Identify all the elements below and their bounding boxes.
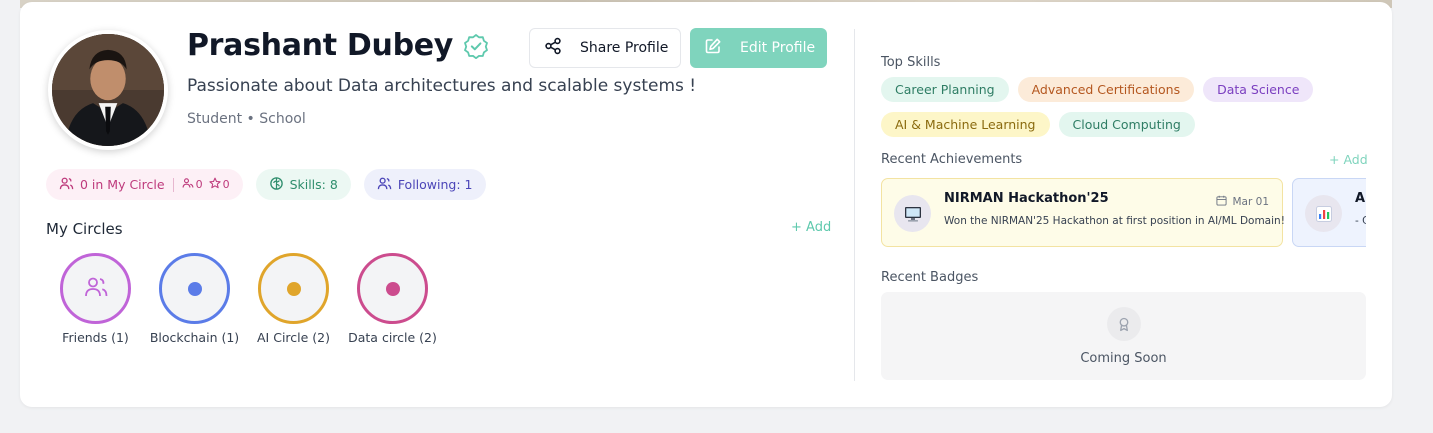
bar-chart-icon [1305,195,1342,232]
members-count-value: 0 [195,178,203,191]
circle-avatar [159,253,230,324]
share-profile-label: Share Profile [580,40,669,56]
profile-stats: 0 in My Circle 0 0 Skills: 8 Following: … [46,169,486,200]
recent-achievements-title: Recent Achievements [881,152,1023,167]
add-circle-button[interactable]: + Add [791,220,831,235]
skill-chip[interactable]: Career Planning [881,77,1009,102]
verified-icon [463,33,489,59]
circle-avatar [60,253,131,324]
skill-chip[interactable]: Cloud Computing [1058,112,1195,137]
circle-dot [187,281,202,296]
circle-item[interactable]: Data circle (2) [343,253,442,345]
stars-count: 0 [208,177,230,192]
circle-avatar [258,253,329,324]
circle-label: Friends (1) [62,330,129,345]
achievement-date: Mar 01 [1216,195,1269,209]
members-icon [182,177,194,192]
share-icon [544,37,562,59]
circle-label: Data circle (2) [348,330,437,345]
profile-card: Prashant Dubey Passionate about Data arc… [20,2,1392,407]
top-skills-title: Top Skills [881,55,941,70]
add-achievement-button[interactable]: + Add [1329,152,1368,167]
award-icon [1106,306,1141,341]
achievement-date-label: Mar 01 [1232,196,1269,208]
circle-label: AI Circle (2) [257,330,330,345]
circle-avatar [357,253,428,324]
edit-icon [704,37,722,59]
achievement-description: Won the NIRMAN'25 Hackathon at first pos… [944,215,1285,227]
share-profile-button[interactable]: Share Profile [529,28,681,68]
edit-profile-label: Edit Profile [740,40,816,56]
circle-item[interactable]: AI Circle (2) [244,253,343,345]
achievements-carousel[interactable]: NIRMAN Hackathon'25 Won the NIRMAN'25 Hac… [881,178,1366,248]
people-icon [59,176,74,194]
stat-divider [172,177,174,192]
badges-empty-label: Coming Soon [1080,350,1167,366]
profile-tagline: Passionate about Data architectures and … [187,76,697,96]
recent-badges-title: Recent Badges [881,270,979,285]
my-circle-label: 0 in My Circle [80,177,165,192]
my-circle-stat[interactable]: 0 in My Circle 0 0 [46,169,243,200]
star-icon [208,177,221,192]
stars-count-value: 0 [222,178,230,191]
skills-stat[interactable]: Skills: 8 [255,169,351,200]
following-stat[interactable]: Following: 1 [363,169,486,200]
achievement-title: A [1355,191,1366,206]
circle-dot [385,281,400,296]
calendar-icon [1216,195,1228,209]
edit-profile-button[interactable]: Edit Profile [690,28,827,68]
skill-chip[interactable]: AI & Machine Learning [881,112,1050,137]
following-stat-label: Following: 1 [397,177,473,192]
profile-meta: Student • School [187,111,306,127]
circle-dot [286,281,301,296]
column-divider [854,29,855,381]
brain-icon [269,176,284,194]
following-icon [377,176,392,194]
skills-list: Career Planning Advanced Certifications Da… [881,77,1361,137]
circle-item[interactable]: Blockchain (1) [145,253,244,345]
avatar[interactable] [48,30,168,150]
members-count: 0 [182,177,203,192]
achievement-card[interactable]: NIRMAN Hackathon'25 Won the NIRMAN'25 Hac… [881,178,1285,247]
skill-chip[interactable]: Data Science [1203,77,1314,102]
circles-list: Friends (1) Blockchain (1) AI Circle (2) Da… [46,253,442,345]
computer-icon [894,195,931,232]
circle-label: Blockchain (1) [149,330,240,345]
profile-name: Prashant Dubey [187,28,454,63]
skill-chip[interactable]: Advanced Certifications [1017,77,1195,102]
achievement-description: - C [1355,215,1366,227]
skills-stat-label: Skills: 8 [289,177,338,192]
circle-item[interactable]: Friends (1) [46,253,145,345]
badges-panel: Coming Soon [881,292,1366,380]
avatar-image [52,34,164,146]
people-icon [83,274,109,304]
my-circles-title: My Circles [46,220,123,238]
achievement-card[interactable]: A - C [1292,178,1366,247]
